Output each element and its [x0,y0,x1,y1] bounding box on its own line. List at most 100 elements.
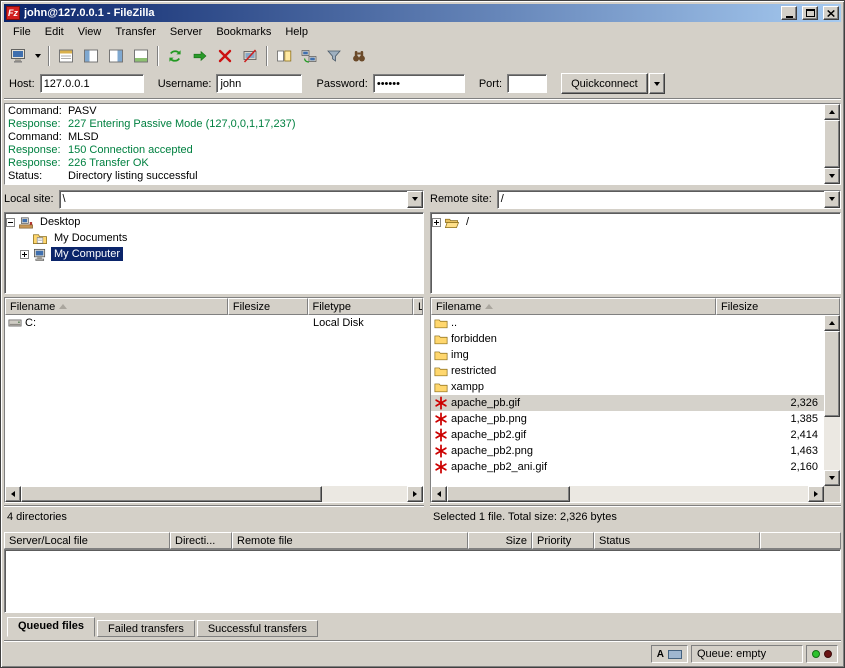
toggle-message-log-button[interactable] [54,45,78,67]
tree-item-desktop[interactable]: Desktop [6,214,422,230]
scroll-left-button[interactable] [5,486,21,502]
log-type: Response: [8,157,68,170]
port-input[interactable] [507,74,547,93]
password-input[interactable] [373,74,465,93]
local-site-combobox[interactable]: \ [59,190,424,209]
host-input[interactable] [40,74,144,93]
local-file-row[interactable]: C: Local Disk [5,315,423,331]
remote-file-row-selected[interactable]: apache_pb.gif 2,326 [431,395,824,411]
quickconnect-button[interactable]: Quickconnect [561,73,648,94]
filezilla-window: Fz john@127.0.0.1 - FileZilla File Edit … [0,0,845,668]
remote-file-row[interactable]: apache_pb.png 1,385 [431,411,824,427]
scroll-down-button[interactable] [824,470,840,486]
username-input[interactable] [216,74,302,93]
process-queue-button[interactable] [188,45,212,67]
remote-file-row[interactable]: .. [431,315,824,331]
toggle-local-tree-button[interactable] [79,45,103,67]
find-button[interactable] [347,45,371,67]
scroll-right-button[interactable] [407,486,423,502]
site-manager-dropdown-button[interactable] [31,45,44,67]
column-header-last-modified[interactable]: L [413,298,423,315]
scroll-down-button[interactable] [824,168,840,184]
menu-file[interactable]: File [6,23,38,41]
scrollbar-thumb[interactable] [824,120,840,168]
remote-site-dropdown-button[interactable] [824,191,840,208]
scrollbar-track[interactable] [824,120,840,168]
log-text: 150 Connection accepted [68,144,193,157]
scrollbar-thumb[interactable] [21,486,322,502]
site-manager-button[interactable] [6,45,30,67]
minimize-button[interactable] [781,6,797,20]
quickconnect-dropdown-button[interactable] [649,73,665,94]
tab-queued-files[interactable]: Queued files [7,617,95,637]
close-button[interactable] [823,6,839,20]
column-header-filetype[interactable]: Filetype [308,298,414,315]
remote-file-row[interactable]: forbidden [431,331,824,347]
column-header-filesize[interactable]: Filesize [716,298,840,315]
remote-file-row[interactable]: apache_pb2.gif 2,414 [431,427,824,443]
remote-file-row[interactable]: restricted [431,363,824,379]
scroll-right-button[interactable] [808,486,824,502]
scrollbar-track[interactable] [447,486,808,502]
scroll-left-button[interactable] [431,486,447,502]
scrollbar-thumb[interactable] [447,486,570,502]
scroll-up-button[interactable] [824,315,840,331]
remote-file-row[interactable]: apache_pb2.png 1,463 [431,443,824,459]
sort-ascending-icon [59,304,67,309]
toggle-remote-tree-button[interactable] [104,45,128,67]
scroll-up-button[interactable] [824,104,840,120]
remote-vertical-scrollbar[interactable] [824,315,840,486]
column-header-priority[interactable]: Priority [532,532,594,549]
synchronized-browsing-button[interactable] [297,45,321,67]
directory-comparison-button[interactable] [272,45,296,67]
tree-label-selected: My Computer [51,247,123,261]
log-scrollbar[interactable] [824,104,840,184]
horizontal-splitter[interactable] [4,525,841,532]
column-header-filesize[interactable]: Filesize [228,298,308,315]
column-header-filename[interactable]: Filename [5,298,228,315]
menu-server[interactable]: Server [163,23,209,41]
menu-transfer[interactable]: Transfer [108,23,163,41]
expand-icon[interactable] [432,218,441,227]
column-header-remote-file[interactable]: Remote file [232,532,468,549]
local-directory-tree: Desktop My Documents My Computer [4,212,424,294]
menu-bookmarks[interactable]: Bookmarks [209,23,278,41]
scrollbar-track[interactable] [824,331,840,470]
toggle-queue-button[interactable] [129,45,153,67]
remote-file-row[interactable]: apache_pb2_ani.gif 2,160 [431,459,824,475]
remote-file-row[interactable]: img [431,347,824,363]
maximize-button[interactable] [802,6,818,20]
scrollbar-track[interactable] [21,486,407,502]
tab-successful-transfers[interactable]: Successful transfers [197,620,318,637]
disconnect-button[interactable] [238,45,262,67]
column-header-size[interactable]: Size [468,532,532,549]
column-header-direction[interactable]: Directi... [170,532,232,549]
local-site-dropdown-button[interactable] [407,191,423,208]
folder-icon [433,380,449,394]
folder-icon [433,316,449,330]
tab-failed-transfers[interactable]: Failed transfers [97,620,195,637]
refresh-button[interactable] [163,45,187,67]
remote-site-combobox[interactable]: / [497,190,841,209]
local-site-value: \ [60,191,407,208]
column-header-server-local-file[interactable]: Server/Local file [4,532,170,549]
column-header-filename[interactable]: Filename [431,298,716,315]
menu-help[interactable]: Help [278,23,315,41]
expand-icon[interactable] [20,250,29,259]
remote-horizontal-scrollbar[interactable] [431,486,824,502]
menu-edit[interactable]: Edit [38,23,71,41]
titlebar[interactable]: Fz john@127.0.0.1 - FileZilla [4,4,841,22]
local-horizontal-scrollbar[interactable] [5,486,423,502]
cancel-button[interactable] [213,45,237,67]
tree-item-root[interactable]: / [432,214,839,230]
tree-item-my-documents[interactable]: My Documents [20,230,422,246]
filter-button[interactable] [322,45,346,67]
column-label: Directi... [175,535,215,547]
tree-item-my-computer[interactable]: My Computer [20,246,422,262]
remote-file-row[interactable]: xampp [431,379,824,395]
menu-view[interactable]: View [71,23,109,41]
scrollbar-thumb[interactable] [824,331,840,417]
my-documents-icon [32,231,48,246]
column-header-status[interactable]: Status [594,532,760,549]
collapse-icon[interactable] [6,218,15,227]
